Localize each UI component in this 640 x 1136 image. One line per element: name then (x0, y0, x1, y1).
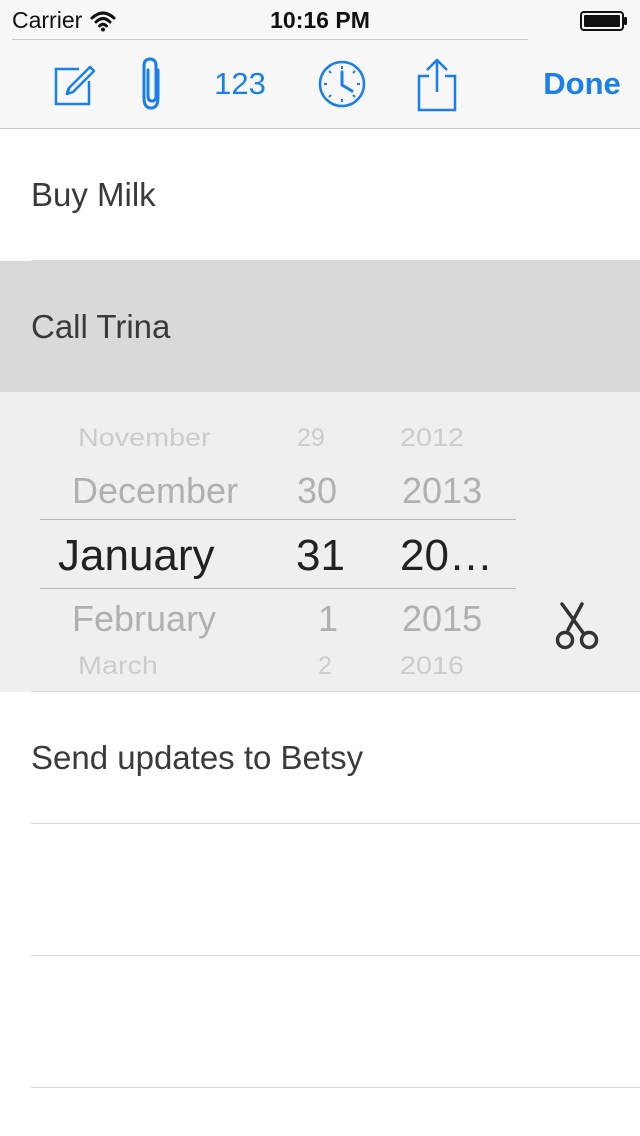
task-label[interactable]: Send updates to Betsy (31, 692, 363, 823)
compose-button[interactable] (40, 40, 104, 128)
task-row-empty[interactable] (0, 956, 640, 1088)
clock-button[interactable] (312, 40, 372, 128)
attach-button[interactable] (124, 40, 180, 128)
picker-year-option[interactable]: 2013 (402, 470, 482, 512)
scissors-icon[interactable] (552, 600, 604, 652)
row-divider (31, 1087, 640, 1088)
date-picker[interactable]: November December January February March… (0, 392, 640, 692)
picker-selection-top-line (40, 519, 516, 520)
picker-year-option[interactable]: 2012 (400, 424, 464, 453)
picker-day-option[interactable]: 29 (297, 424, 325, 453)
battery-icon (580, 11, 627, 31)
picker-day-option[interactable]: 30 (297, 470, 337, 512)
number-button[interactable]: 123 (200, 40, 280, 128)
status-time: 10:16 PM (270, 7, 370, 33)
toolbar: 123 Done (0, 40, 640, 129)
picker-month-option[interactable]: December (72, 470, 238, 512)
share-icon (417, 58, 457, 112)
number-label: 123 (214, 66, 266, 101)
picker-selection-bottom-line (40, 588, 516, 589)
task-row-empty[interactable] (0, 824, 640, 956)
picker-day-option[interactable]: 1 (318, 598, 338, 640)
clock-icon (318, 60, 366, 108)
picker-year-option[interactable]: 2016 (400, 652, 464, 681)
picker-day-option[interactable]: 2 (318, 652, 332, 681)
task-row-selected[interactable]: Call Trina (0, 261, 640, 392)
task-label[interactable]: Call Trina (31, 261, 170, 392)
picker-month-option[interactable]: March (78, 652, 158, 681)
picker-month-option[interactable]: February (72, 598, 216, 640)
task-row[interactable]: Send updates to Betsy (0, 692, 640, 824)
share-button[interactable] (408, 40, 466, 128)
task-label[interactable]: Buy Milk (31, 129, 156, 260)
compose-icon (54, 65, 96, 106)
picker-day-selected[interactable]: 31 (296, 531, 345, 581)
picker-year-option[interactable]: 2015 (402, 598, 482, 640)
paperclip-icon (142, 57, 160, 110)
picker-month-selected[interactable]: January (58, 531, 215, 581)
task-row[interactable]: Buy Milk (0, 129, 640, 261)
picker-month-option[interactable]: November (78, 424, 211, 453)
done-button[interactable]: Done (532, 40, 632, 128)
done-label: Done (543, 66, 621, 101)
picker-year-selected[interactable]: 20… (400, 531, 493, 581)
status-bar: Carrier 10:16 PM (0, 0, 640, 40)
